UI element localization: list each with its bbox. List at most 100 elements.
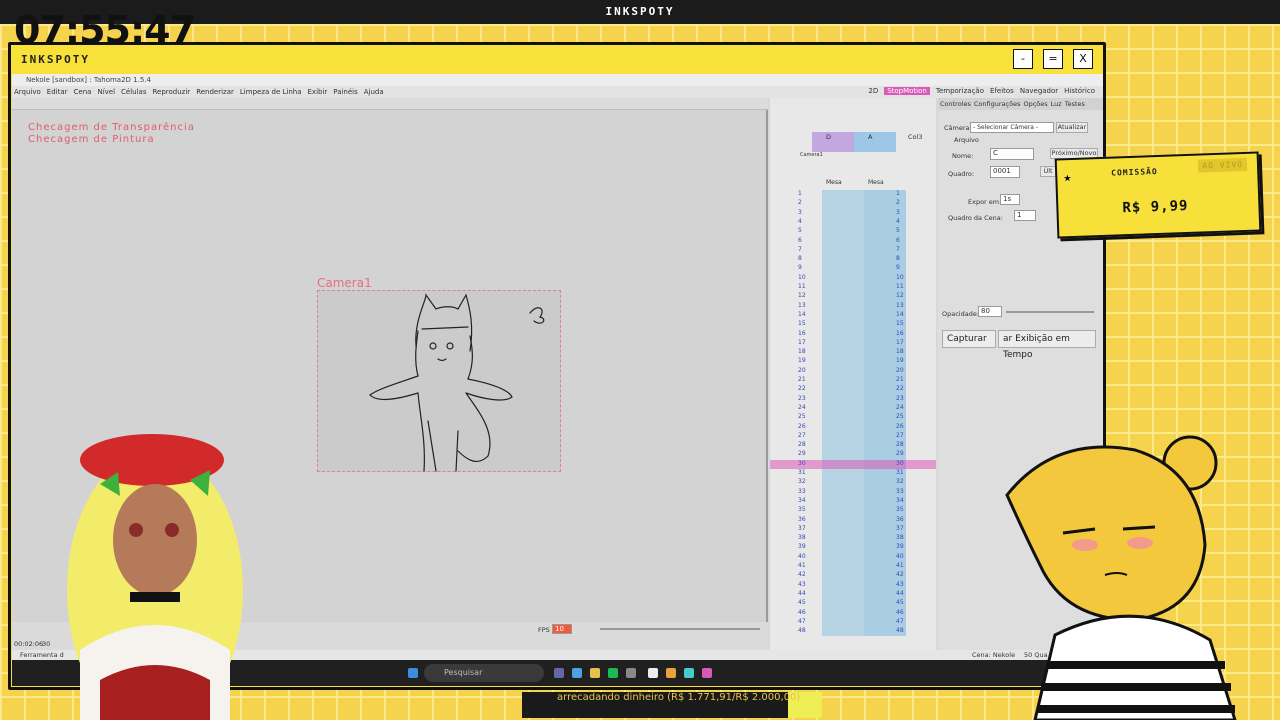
xsheet-row[interactable]: 11 (770, 190, 936, 200)
xsheet-row[interactable]: 41 41 (770, 562, 936, 572)
xsheet-row[interactable]: 39 39 (770, 543, 936, 553)
camera-frame[interactable] (317, 290, 561, 472)
xsheet-row[interactable]: 33 33 (770, 488, 936, 498)
xsheet-row[interactable]: 26 26 (770, 423, 936, 433)
xsheet-row[interactable]: 33 (770, 209, 936, 219)
refresh-button[interactable]: Atualizar (1056, 122, 1088, 133)
app-icon[interactable] (626, 668, 636, 678)
xsheet-row[interactable]: 36 36 (770, 516, 936, 526)
xsheet-row[interactable]: 11 11 (770, 283, 936, 293)
menu-ajuda[interactable]: Ajuda (364, 86, 384, 98)
xsheet-row[interactable]: 16 16 (770, 330, 936, 340)
tahoma-icon[interactable] (702, 668, 712, 678)
menu-celulas[interactable]: Células (121, 86, 146, 98)
xsheet-row[interactable]: 66 (770, 237, 936, 247)
xsheet-row[interactable]: 44 (770, 218, 936, 228)
tab-controles[interactable]: Controles (940, 98, 971, 110)
room-2d[interactable]: 2D (868, 87, 878, 95)
xsheet-row[interactable]: 38 38 (770, 534, 936, 544)
column-a-header[interactable] (854, 132, 896, 152)
scene-frame-field[interactable]: 1 (1014, 210, 1036, 221)
xsheet-row[interactable]: 22 (770, 199, 936, 209)
xsheet-row[interactable]: 42 42 (770, 571, 936, 581)
xsheet-row[interactable]: 34 34 (770, 497, 936, 507)
tab-testes[interactable]: Testes (1065, 98, 1085, 110)
live-view-button[interactable]: ar Exibição em Tempo (998, 330, 1096, 360)
opacity-field[interactable]: 80 (978, 306, 1002, 317)
xsheet-row[interactable]: 46 46 (770, 609, 936, 619)
xsheet-panel[interactable]: D A Col3 Camera1 Mesa Mesa 1122334455667… (770, 98, 936, 658)
app-icon[interactable] (684, 668, 694, 678)
menu-cena[interactable]: Cena (74, 86, 92, 98)
close-button[interactable]: X (1073, 49, 1093, 69)
menu-nivel[interactable]: Nível (97, 86, 115, 98)
fps-field[interactable]: 10 (552, 624, 572, 634)
xsheet-row[interactable]: 99 (770, 264, 936, 274)
name-field[interactable]: C (990, 148, 1034, 160)
xsheet-row[interactable]: 55 (770, 227, 936, 237)
menu-arquivo[interactable]: Arquivo (14, 86, 41, 98)
taskbar-search[interactable]: Pesquisar (424, 664, 544, 682)
task-view-icon[interactable] (554, 668, 564, 678)
app-icon[interactable] (648, 668, 658, 678)
room-historico[interactable]: Histórico (1064, 87, 1095, 95)
xsheet-row[interactable]: 20 20 (770, 367, 936, 377)
maximize-button[interactable]: = (1043, 49, 1063, 69)
xsheet-row[interactable]: 22 22 (770, 385, 936, 395)
folder-icon[interactable] (590, 668, 600, 678)
xsheet-row[interactable]: 43 43 (770, 581, 936, 591)
menu-reproduzir[interactable]: Reproduzir (153, 86, 191, 98)
menu-renderizar[interactable]: Renderizar (196, 86, 234, 98)
minimize-button[interactable]: - (1013, 49, 1033, 69)
xsheet-row[interactable]: 12 12 (770, 292, 936, 302)
xsheet-row[interactable]: 23 23 (770, 395, 936, 405)
xsheet-row[interactable]: 19 19 (770, 357, 936, 367)
column-d-header[interactable] (812, 132, 854, 152)
tab-opcoes[interactable]: Opções (1023, 98, 1047, 110)
xsheet-row[interactable]: 37 37 (770, 525, 936, 535)
xsheet-row[interactable]: 40 40 (770, 553, 936, 563)
room-navegador[interactable]: Navegador (1020, 87, 1058, 95)
xsheet-row[interactable]: 44 44 (770, 590, 936, 600)
xsheet-row[interactable]: 21 21 (770, 376, 936, 386)
xsheet-row[interactable]: 31 31 (770, 469, 936, 479)
xsheet-row[interactable]: 17 17 (770, 339, 936, 349)
xsheet-row[interactable]: 88 (770, 255, 936, 265)
xsheet-row[interactable]: 45 45 (770, 599, 936, 609)
xsheet-row[interactable]: 18 18 (770, 348, 936, 358)
menu-limpeza[interactable]: Limpeza de Linha (240, 86, 302, 98)
xsheet-row[interactable]: 24 24 (770, 404, 936, 414)
windows-start-icon[interactable] (408, 668, 418, 678)
xsheet-row[interactable]: 10 10 (770, 274, 936, 284)
xsheet-row[interactable]: 29 29 (770, 450, 936, 460)
xsheet-row[interactable]: 14 14 (770, 311, 936, 321)
app-icon[interactable] (572, 668, 582, 678)
menu-exibir[interactable]: Exibir (308, 86, 328, 98)
room-temporizacao[interactable]: Temporização (936, 87, 984, 95)
xsheet-row[interactable]: 28 28 (770, 441, 936, 451)
fps-slider[interactable] (600, 628, 760, 630)
xsheet-row[interactable]: 32 32 (770, 478, 936, 488)
tab-luz[interactable]: Luz (1051, 98, 1062, 110)
tab-configuracoes[interactable]: Configurações (974, 98, 1021, 110)
menu-paineis[interactable]: Painéis (333, 86, 357, 98)
xsheet-row[interactable]: 25 25 (770, 413, 936, 423)
xsheet-row[interactable]: 13 13 (770, 302, 936, 312)
xsheet-row[interactable]: 30 30 (770, 459, 936, 470)
chrome-icon[interactable] (666, 668, 676, 678)
last-button[interactable]: Últ (1040, 166, 1056, 177)
xsheet-row[interactable]: 77 (770, 246, 936, 256)
xsheet-row[interactable]: 35 35 (770, 506, 936, 516)
frame-field[interactable]: 0001 (990, 166, 1020, 178)
room-efeitos[interactable]: Efeitos (990, 87, 1014, 95)
opacity-slider[interactable] (1006, 311, 1094, 313)
capture-button[interactable]: Capturar (942, 330, 996, 348)
expose-select[interactable]: 1s (1000, 194, 1020, 205)
camera-select[interactable]: - Selecionar Câmera - (970, 122, 1054, 133)
spotify-icon[interactable] (608, 668, 618, 678)
room-stopmotion[interactable]: StopMotion (884, 87, 930, 95)
xsheet-row[interactable]: 15 15 (770, 320, 936, 330)
xsheet-row[interactable]: 27 27 (770, 432, 936, 442)
menu-editar[interactable]: Editar (47, 86, 68, 98)
xsheet-row[interactable]: 47 47 (770, 618, 936, 628)
